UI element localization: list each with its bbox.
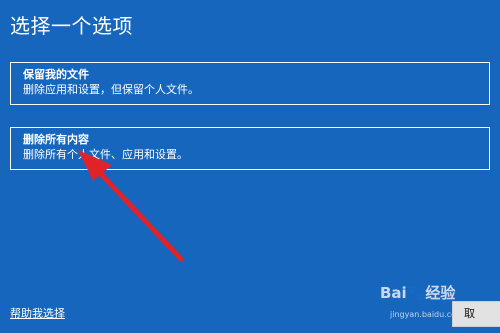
help-me-choose-link[interactable]: 帮助我选择	[10, 306, 65, 321]
watermark-brand: Bai🐾经验	[380, 284, 456, 302]
cancel-button[interactable]: 取	[452, 301, 500, 327]
